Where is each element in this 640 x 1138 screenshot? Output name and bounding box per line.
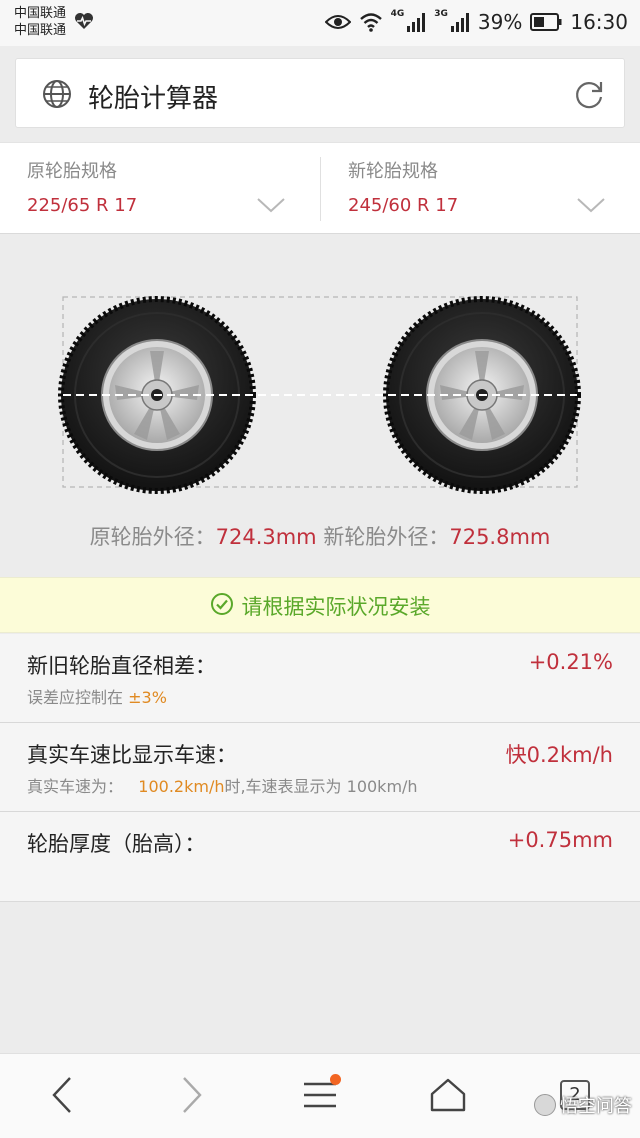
new-tire-select[interactable]: 新轮胎规格 245/60 R 17: [320, 157, 640, 221]
check-circle-icon: [210, 592, 234, 621]
install-notice: 请根据实际状况安装: [0, 577, 640, 633]
subtext-highlight: 100.2km/h: [138, 777, 225, 796]
status-icons: 4G 3G 39% 16:30: [324, 8, 628, 36]
new-tire-label: 新轮胎规格: [348, 161, 438, 182]
original-tire-value: 225/65 R 17: [27, 195, 138, 216]
notification-dot: [330, 1074, 341, 1085]
result-row-diameter-diff: 新旧轮胎直径相差： +0.21% 误差应控制在 ±3%: [0, 634, 640, 723]
page-title: 轮胎计算器: [88, 84, 219, 114]
eye-icon: [324, 13, 351, 31]
battery-icon: [530, 13, 562, 31]
original-tire-select[interactable]: 原轮胎规格 225/65 R 17: [0, 143, 320, 235]
result-title: 新旧轮胎直径相差：: [27, 654, 216, 678]
new-tire-value: 245/60 R 17: [348, 195, 459, 216]
subtext-prefix: 真实车速为：: [27, 777, 124, 796]
original-diameter-value: 724.3mm: [215, 525, 317, 549]
tire-diameters: 原轮胎外径：724.3mm 新轮胎外径：725.8mm: [0, 521, 640, 551]
new-diameter-label: 新轮胎外径：: [323, 525, 450, 549]
subtext-highlight: ±3%: [128, 688, 167, 707]
notice-text: 请根据实际状况安装: [241, 595, 431, 619]
watermark-text: 悟空问答: [560, 1096, 632, 1117]
result-row-speed: 真实车速比显示车速： 快0.2km/h 真实车速为： 100.2km/h时,车速…: [0, 723, 640, 812]
tire-diagram-svg: [58, 296, 581, 494]
tire-comparison-diagram: 原轮胎外径：724.3mm 新轮胎外径：725.8mm: [0, 235, 640, 577]
tire-spec-selector: 原轮胎规格 225/65 R 17 新轮胎规格 245/60 R 17: [0, 142, 640, 234]
clock: 16:30: [570, 10, 628, 34]
menu-icon: [303, 1074, 341, 1110]
bottom-navigation: 2 悟空问答: [0, 1053, 640, 1138]
forward-button[interactable]: [180, 1076, 204, 1118]
carrier-1: 中国联通: [14, 6, 67, 21]
notice-content: 请根据实际状况安装: [0, 578, 640, 634]
results-list: 新旧轮胎直径相差： +0.21% 误差应控制在 ±3% 真实车速比显示车速： 快…: [0, 634, 640, 902]
status-bar: 中国联通 中国联通 4G 3G 39% 16:30: [0, 0, 640, 46]
page: 中国联通 中国联通 4G 3G 39% 16:30 轮胎计算器 原轮胎规格 22…: [0, 0, 640, 1138]
watermark-logo-icon: [534, 1094, 556, 1116]
watermark: 悟空问答: [534, 1092, 632, 1118]
new-diameter-value: 725.8mm: [449, 525, 551, 549]
chevron-down-icon: [256, 197, 286, 217]
battery-percent: 39%: [477, 10, 523, 34]
result-title: 轮胎厚度（胎高）：: [27, 832, 206, 856]
signal-icon-1: [406, 12, 426, 32]
original-diameter-label: 原轮胎外径：: [89, 525, 216, 549]
wifi-icon: [359, 12, 383, 32]
network-type-2: 3G: [434, 9, 448, 19]
result-title: 真实车速比显示车速：: [27, 743, 237, 767]
address-bar[interactable]: 轮胎计算器: [15, 58, 625, 128]
menu-button[interactable]: [303, 1074, 341, 1110]
carrier-2: 中国联通: [14, 23, 67, 38]
result-subtext: 误差应控制在 ±3%: [27, 684, 167, 708]
result-value: +0.21%: [528, 650, 613, 674]
refresh-icon[interactable]: [572, 77, 606, 115]
home-button[interactable]: [430, 1078, 466, 1116]
network-type-1: 4G: [390, 9, 405, 19]
result-value: +0.75mm: [507, 828, 613, 852]
globe-icon: [42, 79, 72, 113]
result-subtext: 真实车速为： 100.2km/h时,车速表显示为 100km/h: [27, 773, 418, 797]
result-value: 快0.2km/h: [505, 743, 613, 767]
back-button[interactable]: [50, 1076, 74, 1118]
heartbeat-icon: [74, 12, 94, 34]
result-row-thickness: 轮胎厚度（胎高）： +0.75mm: [0, 812, 640, 902]
chevron-down-icon: [576, 197, 606, 217]
original-tire-label: 原轮胎规格: [27, 161, 117, 182]
signal-icon-2: [450, 12, 470, 32]
carrier-names: 中国联通 中国联通: [14, 5, 66, 39]
subtext-prefix: 误差应控制在: [27, 688, 124, 707]
subtext-suffix: 时,车速表显示为 100km/h: [224, 777, 418, 796]
